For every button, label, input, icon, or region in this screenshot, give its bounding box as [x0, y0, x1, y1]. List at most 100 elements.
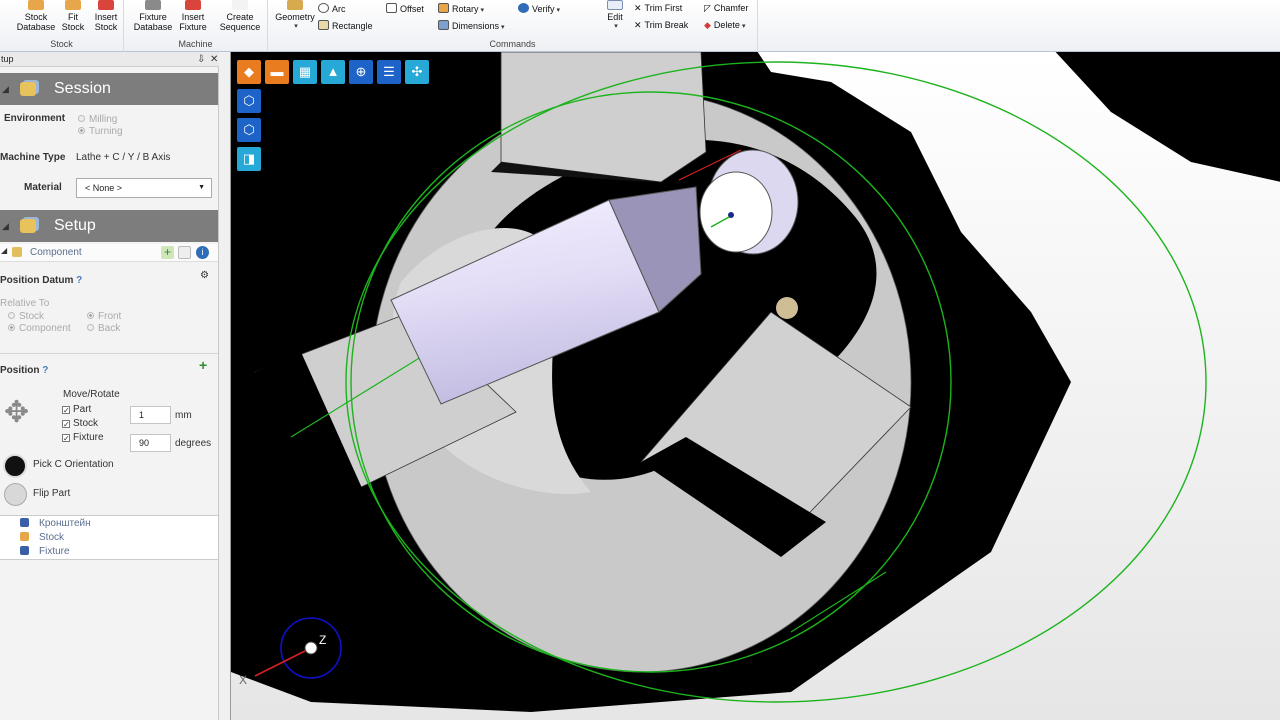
- component-label: Component: [30, 247, 82, 258]
- setup-panel: tup ⇩ ✕ ◢ Session Environment Milling Tu…: [0, 52, 219, 720]
- list-icon[interactable]: ☰: [377, 60, 401, 84]
- rotate-unit: degrees: [175, 438, 212, 449]
- material-label: Material: [24, 182, 62, 193]
- view-light-icon[interactable]: ▲: [321, 60, 345, 84]
- move-unit: mm: [175, 410, 192, 421]
- fixture-database-icon: [145, 0, 161, 10]
- info-icon[interactable]: i: [196, 246, 209, 259]
- fixture-icon: [20, 546, 29, 555]
- chevron-down-icon: ▾: [614, 23, 618, 30]
- edit-icon: [607, 0, 623, 10]
- machine-group-label: Machine: [178, 39, 213, 49]
- datum-pick-icon[interactable]: ⚙: [200, 270, 209, 281]
- chevron-down-icon: ▼: [198, 184, 205, 191]
- trim-first-button[interactable]: ✕ Trim First: [634, 3, 682, 14]
- delete-button[interactable]: ◆ Delete ▾: [704, 20, 745, 31]
- session-header[interactable]: ◢ Session: [0, 73, 218, 105]
- scene: Z X: [231, 52, 1280, 720]
- relative-option-front[interactable]: Front: [87, 311, 121, 322]
- check-fixture[interactable]: ✓ Fixture: [62, 432, 104, 443]
- geometry-icon: [287, 0, 303, 10]
- arc-button[interactable]: Arc: [318, 3, 346, 14]
- grid-icon[interactable]: ✣: [405, 60, 429, 84]
- environment-label: Environment: [4, 113, 66, 124]
- view-side-icon[interactable]: ⬡: [237, 118, 261, 142]
- insert-stock-button[interactable]: Insert Stock: [88, 0, 124, 32]
- pin-icon[interactable]: ⇩: [197, 52, 205, 67]
- flip-part-icon[interactable]: [4, 483, 27, 506]
- dimensions-button[interactable]: Dimensions ▾: [438, 20, 505, 31]
- session-icon: [20, 82, 36, 96]
- collapse-icon: ◢: [2, 221, 9, 231]
- cursor-highlight: [776, 297, 798, 319]
- view-top-icon[interactable]: ◨: [237, 147, 261, 171]
- pick-icon[interactable]: [178, 246, 191, 259]
- panel-title: tup: [1, 54, 14, 64]
- move-distance-input[interactable]: 1: [130, 406, 171, 424]
- stock-database-button[interactable]: Stock Database: [14, 0, 58, 32]
- view-iso-icon[interactable]: ◆: [237, 60, 261, 84]
- env-option-milling[interactable]: Milling: [78, 114, 117, 125]
- setup-icon: [20, 219, 36, 233]
- triad-center: [304, 641, 318, 655]
- tree-item-fixture[interactable]: Fixture: [20, 546, 70, 557]
- chamfer-button[interactable]: ◸ Chamfer: [704, 3, 748, 14]
- setup-header[interactable]: ◢ Setup: [0, 210, 218, 242]
- trim-break-button[interactable]: ✕ Trim Break: [634, 20, 688, 31]
- component-bar[interactable]: ◢ Component + i: [0, 244, 218, 262]
- verify-icon: [518, 3, 529, 13]
- tree-item-stock[interactable]: Stock: [20, 532, 64, 543]
- tree-item-part[interactable]: Кронштейн: [20, 518, 91, 529]
- rotary-icon: [438, 3, 449, 13]
- chamfer-icon: ◸: [704, 3, 711, 13]
- stock-icon: [20, 532, 29, 541]
- relative-option-back[interactable]: Back: [87, 323, 120, 334]
- position-datum-label: Position Datum ?: [0, 275, 83, 286]
- verify-button[interactable]: Verify ▾: [518, 3, 560, 14]
- insert-fixture-button[interactable]: Insert Fixture: [174, 0, 212, 32]
- relative-option-component[interactable]: Component: [8, 323, 71, 334]
- commands-group: Geometry ▾ Arc Rectangle Offset Rotary ▾ D…: [268, 0, 758, 52]
- position-label: Position ?: [0, 365, 49, 376]
- 3d-viewport[interactable]: Z X ◆ ▬ ▦ ▲ ⊕ ☰ ✣ ⬡ ⬡ ◨: [230, 52, 1280, 720]
- rotary-button[interactable]: Rotary ▾: [438, 3, 484, 14]
- edit-button[interactable]: Edit ▾: [600, 0, 630, 32]
- check-stock[interactable]: ✓ Stock: [62, 418, 98, 429]
- expand-icon[interactable]: ◢: [1, 246, 7, 255]
- rectangle-icon: [318, 20, 329, 30]
- add-position-icon[interactable]: +: [199, 357, 207, 373]
- check-part[interactable]: ✓ Part: [62, 404, 91, 415]
- env-option-turning[interactable]: Turning: [78, 126, 123, 137]
- flip-part-button[interactable]: Flip Part: [33, 488, 70, 499]
- add-icon[interactable]: +: [161, 246, 174, 259]
- pick-c-orientation-icon[interactable]: [3, 454, 27, 478]
- offset-button[interactable]: Offset: [386, 3, 424, 14]
- zoom-icon[interactable]: ⊕: [349, 60, 373, 84]
- collapse-icon: ◢: [2, 84, 9, 94]
- view-machine-icon[interactable]: ▬: [265, 60, 289, 84]
- move-rotate-icon[interactable]: ✥: [4, 398, 29, 428]
- rectangle-button[interactable]: Rectangle: [318, 20, 373, 31]
- view-front-icon[interactable]: ⬡: [237, 89, 261, 113]
- fixture-database-button[interactable]: Fixture Database: [132, 0, 174, 32]
- material-select[interactable]: < None > ▼: [76, 178, 212, 198]
- stock-group: Stock Database Fit Stock Insert Stock St…: [0, 0, 124, 52]
- relative-option-stock[interactable]: Stock: [8, 311, 44, 322]
- rotate-angle-input[interactable]: 90: [130, 434, 171, 452]
- help-icon[interactable]: ?: [42, 365, 48, 376]
- create-sequence-icon: [232, 0, 248, 10]
- view-setup-icon[interactable]: ▦: [293, 60, 317, 84]
- help-icon[interactable]: ?: [76, 275, 82, 286]
- part-icon: [20, 518, 29, 527]
- component-icon: [12, 247, 22, 257]
- stock-database-icon: [28, 0, 44, 10]
- insert-fixture-icon: [185, 0, 201, 10]
- ribbon: Stock Database Fit Stock Insert Stock St…: [0, 0, 1280, 52]
- close-icon[interactable]: ✕: [210, 52, 218, 67]
- geometry-button[interactable]: Geometry ▾: [272, 0, 318, 32]
- commands-group-label: Commands: [489, 39, 536, 49]
- fit-stock-button[interactable]: Fit Stock: [58, 0, 88, 32]
- triad-x-label: X: [239, 673, 247, 687]
- pick-c-orientation-button[interactable]: Pick C Orientation: [33, 459, 114, 470]
- create-sequence-button[interactable]: Create Sequence: [218, 0, 262, 32]
